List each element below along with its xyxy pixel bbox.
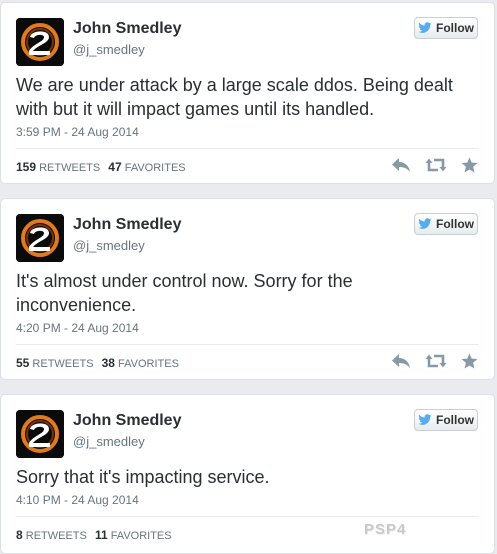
twitter-bird-icon	[418, 218, 432, 229]
retweet-count: 8	[16, 528, 23, 542]
follow-label: Follow	[436, 413, 474, 427]
twitter-bird-icon	[418, 414, 432, 425]
logo-2-icon	[16, 214, 64, 262]
logo-2-icon	[16, 18, 64, 66]
avatar[interactable]	[16, 410, 64, 458]
retweet-button[interactable]	[425, 157, 447, 173]
favorite-count: 11	[94, 528, 108, 542]
favorites-label: FAVORITES	[118, 358, 179, 370]
tweet-card: John Smedley @j_smedley Follow We are un…	[0, 2, 495, 184]
follow-button[interactable]: Follow	[414, 17, 478, 39]
divider	[16, 516, 479, 517]
user-handle[interactable]: @j_smedley	[73, 238, 145, 253]
retweets-label: RETWEETS	[25, 530, 87, 542]
tweet-card: John Smedley @j_smedley Follow Sorry tha…	[0, 394, 495, 554]
timestamp[interactable]: 4:10 PM - 24 Aug 2014	[16, 493, 139, 507]
reply-button[interactable]	[391, 353, 411, 369]
favorite-star-icon	[461, 157, 478, 173]
divider	[16, 344, 479, 345]
watermark: PSP4	[364, 521, 407, 538]
retweet-icon	[425, 158, 447, 172]
follow-label: Follow	[436, 21, 474, 35]
favorites-label: FAVORITES	[110, 530, 172, 542]
tweet-text: We are under attack by a large scale ddo…	[16, 75, 453, 119]
reply-icon	[392, 354, 410, 368]
display-name[interactable]: John Smedley	[73, 216, 181, 234]
favorite-star-icon	[461, 353, 478, 369]
follow-button[interactable]: Follow	[414, 409, 478, 431]
retweets-label: RETWEETS	[39, 162, 101, 174]
retweet-icon	[425, 354, 447, 368]
timestamp[interactable]: 3:59 PM - 24 Aug 2014	[16, 125, 139, 139]
tweet-card: John Smedley @j_smedley Follow It's almo…	[0, 198, 495, 380]
tweet-actions	[391, 353, 478, 369]
tweet-stats: 8 RETWEETS 11 FAVORITES	[16, 528, 172, 542]
reply-button[interactable]	[391, 157, 411, 173]
user-handle[interactable]: @j_smedley	[73, 434, 145, 449]
retweet-count: 55	[16, 356, 30, 370]
logo-2-icon	[16, 410, 64, 458]
favorite-button[interactable]	[461, 353, 478, 369]
retweet-button[interactable]	[425, 353, 447, 369]
favorite-button[interactable]	[461, 157, 478, 173]
follow-label: Follow	[436, 217, 474, 231]
display-name[interactable]: John Smedley	[73, 20, 181, 38]
tweet-stats: 55 RETWEETS 38 FAVORITES	[16, 356, 179, 370]
favorites-label: FAVORITES	[124, 162, 186, 174]
retweets-label: RETWEETS	[32, 358, 94, 370]
tweet-stats: 159 RETWEETS 47 FAVORITES	[16, 160, 186, 174]
user-handle[interactable]: @j_smedley	[73, 42, 145, 57]
reply-icon	[392, 158, 410, 172]
favorite-count: 47	[108, 160, 122, 174]
tweet-actions	[391, 157, 478, 173]
timestamp[interactable]: 4:20 PM - 24 Aug 2014	[16, 321, 139, 335]
display-name[interactable]: John Smedley	[73, 412, 181, 430]
retweet-count: 159	[16, 160, 37, 174]
tweet-text: It's almost under control now. Sorry for…	[16, 271, 353, 315]
avatar[interactable]	[16, 18, 64, 66]
follow-button[interactable]: Follow	[414, 213, 478, 235]
tweet-text: Sorry that it's impacting service.	[16, 467, 270, 487]
avatar[interactable]	[16, 214, 64, 262]
twitter-bird-icon	[418, 22, 432, 33]
favorite-count: 38	[101, 356, 115, 370]
divider	[16, 148, 479, 149]
